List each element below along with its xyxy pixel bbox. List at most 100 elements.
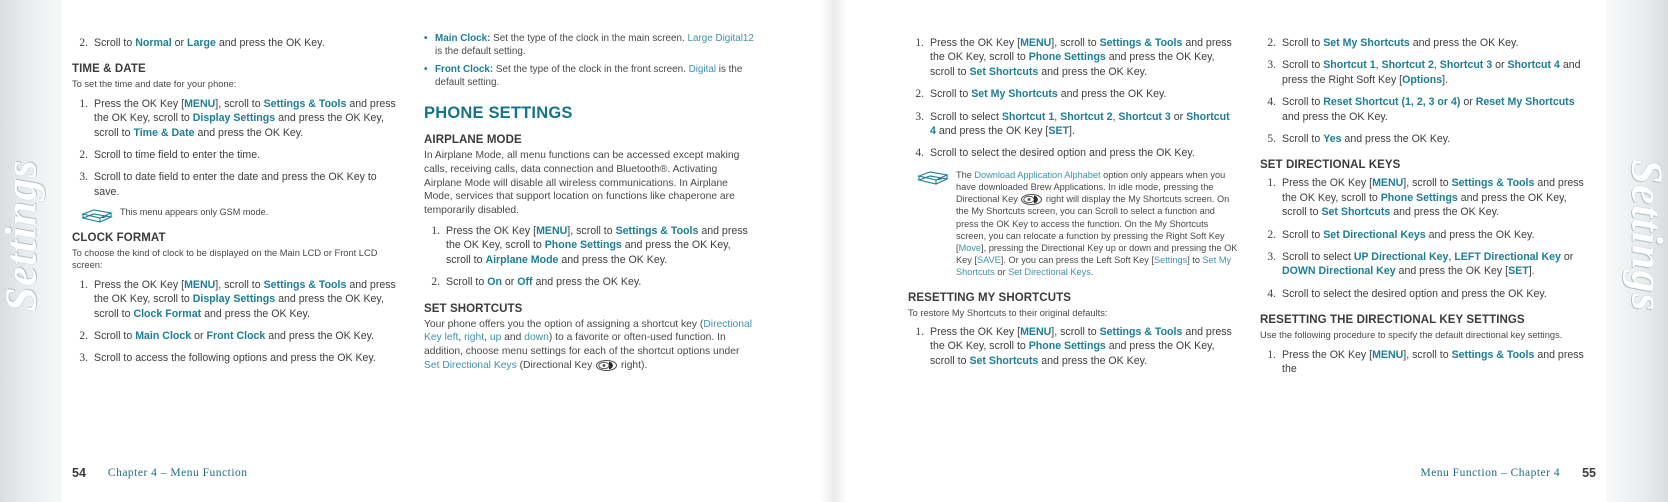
step-text: Scroll to Yes and press the OK Key. [1282,133,1451,146]
step-text: Press the OK Key [MENU], scroll to Setti… [1282,177,1584,219]
step-item: 2. Scroll to Set Directional Keys and pr… [1260,228,1590,242]
note-gsm-mode: This menu appears only GSM mode. [80,207,402,223]
step-number: 4. [1267,287,1276,300]
step-item: 5. Scroll to Yes and press the OK Key. [1260,132,1590,146]
step-number: 3. [1267,251,1276,264]
page-number: 55 [1582,466,1596,480]
step-item: 2. Scroll to On or Off and press the OK … [424,275,754,289]
bullet-dot-icon: • [424,33,428,44]
heading-time-and-date: TIME & DATE [72,63,146,76]
step-text: Scroll to access the following options a… [94,352,376,365]
step-text: Scroll to Set My Shortcuts and press the… [930,88,1167,101]
note-text: This menu appears only GSM mode. [120,207,269,218]
column-3: 1. Press the OK Key [MENU], scroll to Se… [908,32,1238,432]
step-item: 1. Press the OK Key [MENU], scroll to Se… [424,224,754,267]
heading-set-shortcuts: SET SHORTCUTS [424,302,523,315]
shortcut-link[interactable]: Set Directional Keys [424,360,517,371]
right-page-columns: 1. Press the OK Key [MENU], scroll to Se… [908,32,1596,432]
shortcut-link[interactable]: right [464,332,484,343]
step-item: 4. Scroll to select the desired option a… [1260,287,1590,301]
step-item: 2. Scroll to time field to enter the tim… [72,148,402,162]
step-number: 1. [1267,177,1276,190]
intro-clock-format: To choose the kind of clock to be displa… [72,248,378,271]
step-number: 2. [79,37,88,49]
step-text: Scroll to time field to enter the time. [94,149,261,162]
step-number: 1. [915,326,924,339]
step-item: 4. Scroll to Reset Shortcut (1, 2, 3 or … [1260,95,1590,124]
note-link[interactable]: SAVE [977,255,1001,265]
step-text: Scroll to Set Directional Keys and press… [1282,228,1535,241]
step-number: 3. [79,171,88,184]
column-1: 2. Scroll to Normal or Large and press t… [72,32,402,432]
step-number: 2. [1267,228,1276,241]
step-number: 1. [79,278,88,291]
step-item: 2. Scroll to Main Clock or Front Clock a… [72,329,402,343]
intro-time-and-date: To set the time and date for your phone: [72,79,237,90]
clock-format-steps: 1. Press the OK Key [MENU], scroll to Se… [72,278,402,366]
footer-chapter-text: Menu Function – Chapter 4 [1420,467,1561,479]
step-number: 1. [79,97,88,110]
step-text: Press the OK Key [MENU], scroll to Setti… [1282,348,1584,376]
heading-phone-settings: PHONE SETTINGS [424,104,573,122]
step-item: 1. Press the OK Key [MENU], scroll to Se… [72,97,402,140]
step-item: 4. Scroll to select the desired option a… [908,146,1238,160]
bullet-dot-icon: • [424,64,428,75]
column-2: • Main Clock: Set the type of the clock … [424,32,754,432]
step-item: 3. Scroll to Shortcut 1, Shortcut 2, Sho… [1260,58,1590,87]
step-item: 1. Press the OK Key [MENU], scroll to Se… [1260,348,1590,377]
column-4: 2. Scroll to Set My Shortcuts and press … [1260,32,1590,432]
step-number: 2. [79,330,88,343]
bullet-link[interactable]: Large Digital12 [687,33,753,44]
step-text: Scroll to Normal or Large and press the … [94,37,325,49]
step-item: 3. Scroll to date field to enter the dat… [72,170,402,199]
note-link[interactable]: Set Directional Keys [1008,267,1091,277]
bullet-link[interactable]: Digital [689,64,716,75]
right-page-footer: Menu Function – Chapter 4 55 [1420,466,1596,480]
heading-set-directional-keys: SET DIRECTIONAL KEYS [1260,159,1401,172]
note-link[interactable]: Settings [1154,255,1187,265]
heading-airplane-mode: AIRPLANE MODE [424,134,522,146]
list-item: • Main Clock: Set the type of the clock … [424,33,754,57]
step-number: 1. [1267,348,1276,361]
right-gutter-shadow [834,0,848,502]
step-text: Scroll to select Shortcut 1, Shortcut 2,… [930,110,1230,138]
resetting-my-shortcuts-steps: 1. Press the OK Key [MENU], scroll to Se… [908,325,1238,368]
note-cards-icon [80,208,114,226]
step-item: 2. Scroll to Normal or Large and press t… [72,36,402,50]
step-number: 1. [431,224,440,237]
heading-resetting-directional-key-settings: RESETTING THE DIRECTIONAL KEY SETTINGS [1260,314,1525,327]
step-number: 2. [79,149,88,162]
step-item: 3. Scroll to select Shortcut 1, Shortcut… [908,110,1238,139]
step-text: Scroll to On or Off and press the OK Key… [446,276,642,289]
intro-resetting-directional-key-settings: Use the following procedure to specify t… [1260,330,1563,341]
step-item: 3. Scroll to access the following option… [72,351,402,365]
page-number: 54 [72,466,86,480]
step-number: 4. [915,147,924,160]
left-edge-tab-label: Settings [0,159,46,312]
step-text: Press the OK Key [MENU], scroll to Setti… [930,37,1232,78]
step-text: Press the OK Key [MENU], scroll to Setti… [94,97,396,139]
note-link[interactable]: Move [959,243,981,253]
step-number: 2. [915,88,924,101]
left-page-columns: 2. Scroll to Normal or Large and press t… [72,32,760,432]
paragraph-set-shortcuts: Your phone offers you the option of assi… [424,318,752,371]
step-text: Scroll to select the desired option and … [1282,287,1547,300]
set-directional-keys-steps: 1. Press the OK Key [MENU], scroll to Se… [1260,176,1590,301]
shortcut-link[interactable]: down [524,332,549,343]
note-link[interactable]: Download Application Alphabet [974,170,1100,180]
set-shortcuts-steps: 1. Press the OK Key [MENU], scroll to Se… [908,36,1238,161]
airplane-mode-steps: 1. Press the OK Key [MENU], scroll to Se… [424,224,754,290]
intro-resetting-my-shortcuts: To restore My Shortcuts to their origina… [908,307,1108,318]
bullet-term: Main Clock: [435,33,491,44]
directional-key-icon [596,360,618,371]
step-item: 2. Scroll to Set My Shortcuts and press … [1260,36,1590,50]
left-gutter-shadow [820,0,834,502]
step-text: Scroll to Reset Shortcut (1, 2, 3 or 4) … [1282,96,1575,123]
step-text: Scroll to Set My Shortcuts and press the… [1282,37,1519,49]
step-number: 3. [915,110,924,123]
step-item: 1. Press the OK Key [MENU], scroll to Se… [908,325,1238,368]
step-item: 1. Press the OK Key [MENU], scroll to Se… [908,36,1238,79]
resetting-directional-key-steps: 1. Press the OK Key [MENU], scroll to Se… [1260,348,1590,377]
shortcut-link[interactable]: up [490,332,501,343]
heading-resetting-my-shortcuts: RESETTING MY SHORTCUTS [908,291,1071,304]
